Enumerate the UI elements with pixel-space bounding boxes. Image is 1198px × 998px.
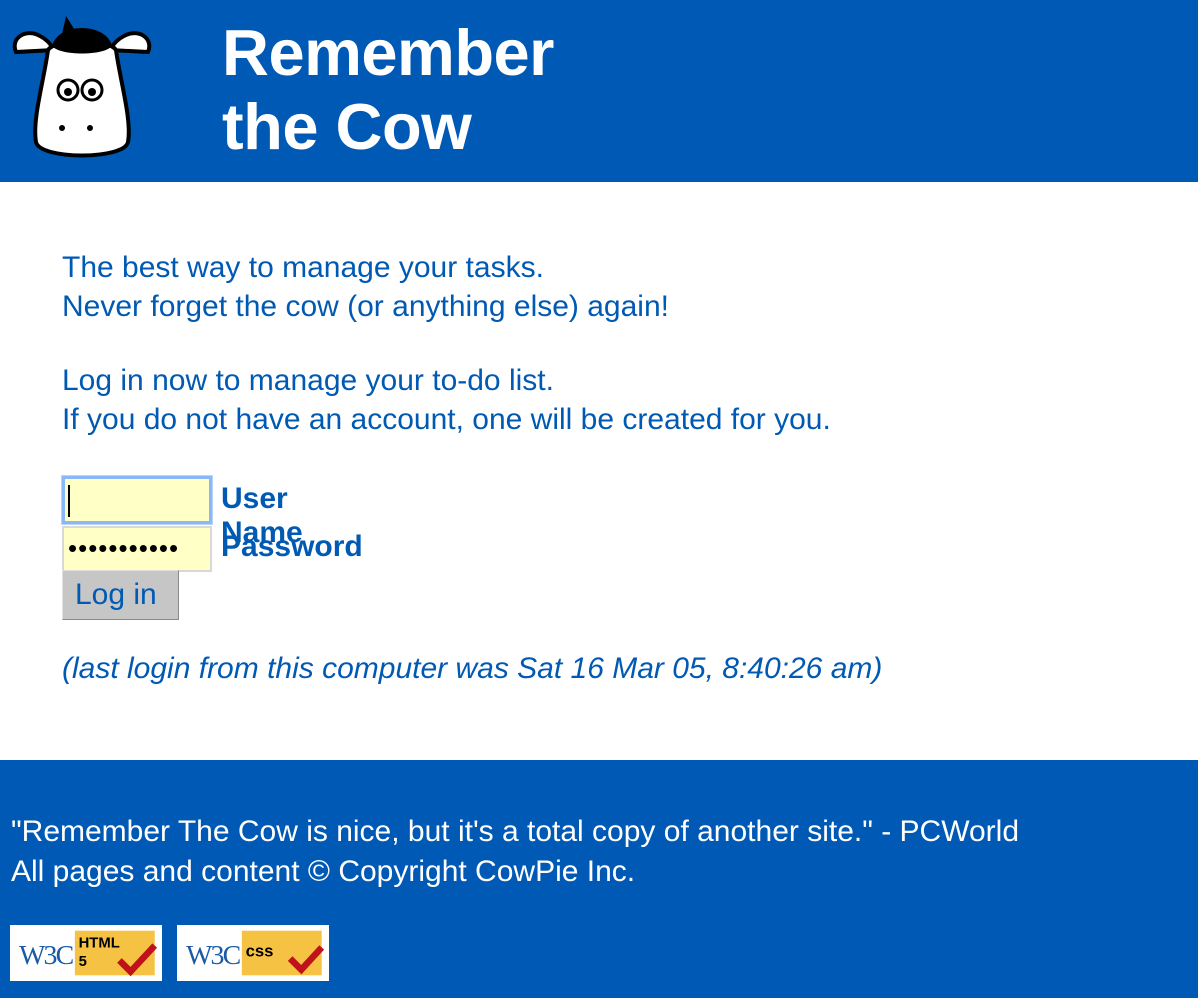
password-label: Password — [221, 530, 363, 563]
site-title-line1: Remember — [222, 16, 554, 89]
w3c-css-badge[interactable]: W3C css — [177, 925, 329, 981]
site-title-line2: the Cow — [222, 90, 472, 163]
login-instructions: Log in now to manage your to-do list. If… — [62, 361, 1162, 439]
w3c-html5-badge[interactable]: W3C HTML 5 — [10, 925, 162, 981]
login-button[interactable]: Log in — [62, 570, 179, 620]
login-instruction-line2: If you do not have an account, one will … — [62, 403, 831, 436]
intro-text: The best way to manage your tasks. Never… — [62, 248, 1162, 326]
username-input[interactable] — [62, 476, 212, 524]
tagline-secondary: Never forget the cow (or anything else) … — [62, 290, 669, 323]
site-header: Remember the Cow — [0, 0, 1198, 182]
site-footer: "Remember The Cow is nice, but it's a to… — [0, 760, 1198, 998]
w3c-logo-text: W3C — [186, 940, 240, 971]
tagline: The best way to manage your tasks. — [62, 251, 544, 284]
cow-logo-icon — [12, 16, 152, 158]
login-instruction-line1: Log in now to manage your to-do list. — [62, 364, 554, 397]
press-quote: "Remember The Cow is nice, but it's a to… — [11, 815, 1020, 848]
footer-text: "Remember The Cow is nice, but it's a to… — [11, 812, 1019, 892]
html-badge-label: HTML — [79, 935, 120, 951]
site-title: Remember the Cow — [222, 16, 554, 164]
copyright-notice: All pages and content © Copyright CowPie… — [11, 855, 636, 888]
html-badge-version: 5 — [79, 954, 87, 970]
last-login-notice: (last login from this computer was Sat 1… — [62, 652, 883, 685]
password-input[interactable]: ••••••••••• — [62, 526, 212, 572]
text-caret — [68, 485, 70, 517]
w3c-logo-text: W3C — [19, 940, 73, 971]
css-badge-label: css — [246, 942, 274, 961]
main-content: The best way to manage your tasks. Never… — [62, 248, 1162, 685]
